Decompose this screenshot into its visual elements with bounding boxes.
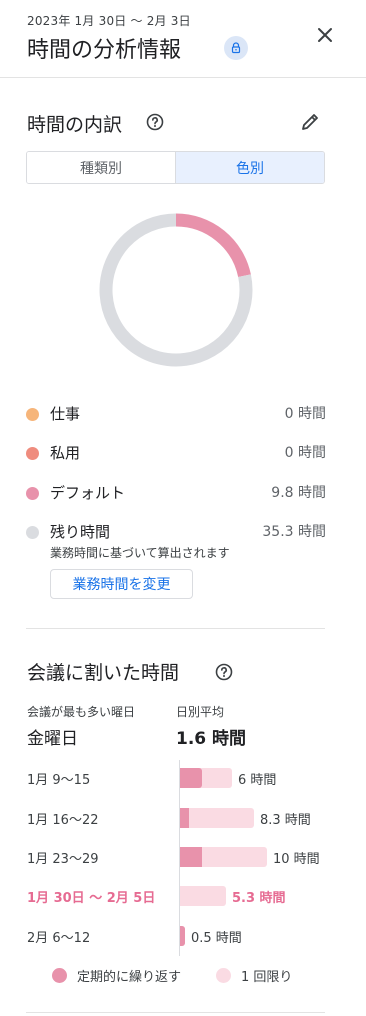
segment-by-type[interactable]: 種類別 xyxy=(27,152,176,183)
bar-value: 10 時間 xyxy=(273,852,320,867)
key-dot xyxy=(52,967,67,983)
divider xyxy=(26,628,325,629)
bar-one-time xyxy=(180,808,254,828)
date-range: 2023年 1月 30日 ～ 2月 3日 xyxy=(27,14,191,28)
legend-label: 仕事 xyxy=(50,405,81,423)
week-row: 2月 6〜12 0.5 時間 xyxy=(0,925,366,947)
help-icon[interactable] xyxy=(214,662,234,682)
help-icon[interactable] xyxy=(145,112,165,132)
legend-label: 残り時間 xyxy=(50,523,111,541)
lock-icon xyxy=(224,36,248,60)
bar-value: 8.3 時間 xyxy=(260,813,311,828)
legend-item-work: 仕事 0 時間 xyxy=(26,403,326,425)
donut-slice-0 xyxy=(175,213,251,278)
key-label: 1 回限り xyxy=(241,969,293,985)
bar-recurring xyxy=(180,808,189,828)
close-icon[interactable] xyxy=(312,22,338,48)
legend-item-remaining: 残り時間 35.3 時間 xyxy=(26,521,326,543)
bar-value: 6 時間 xyxy=(238,773,277,788)
legend-dot xyxy=(26,408,39,421)
key-label: 定期的に繰り返す xyxy=(77,969,182,985)
legend-item-default: デフォルト 9.8 時間 xyxy=(26,482,326,504)
bar-value: 5.3 時間 xyxy=(232,891,286,906)
edit-pencil-icon[interactable] xyxy=(298,110,322,134)
week-label: 2月 6〜12 xyxy=(27,931,91,946)
bar-recurring xyxy=(180,768,202,788)
legend-label: 私用 xyxy=(50,444,81,462)
segment-by-color[interactable]: 色別 xyxy=(176,152,324,183)
week-label: 1月 16〜22 xyxy=(27,813,99,828)
busiest-day-value: 金曜日 xyxy=(27,729,78,749)
legend-value: 35.3 時間 xyxy=(262,524,326,540)
legend-item-personal: 私用 0 時間 xyxy=(26,442,326,464)
remaining-note: 業務時間に基づいて算出されます xyxy=(50,546,230,560)
legend-value: 0 時間 xyxy=(284,445,326,461)
time-breakdown-title: 時間の内訳 xyxy=(27,114,123,136)
page-title: 時間の分析情報 xyxy=(27,38,182,63)
legend-dot xyxy=(26,487,39,500)
legend-value: 9.8 時間 xyxy=(271,485,326,501)
busiest-day-label: 会議が最も多い曜日 xyxy=(27,705,136,719)
key-one-time: 1 回限り xyxy=(216,965,292,985)
week-row: 1月 23〜29 10 時間 xyxy=(0,846,366,868)
change-working-hours-button[interactable]: 業務時間を変更 xyxy=(50,569,193,599)
key-dot xyxy=(216,967,231,983)
week-label: 1月 9〜15 xyxy=(27,773,91,788)
legend-value: 0 時間 xyxy=(284,406,326,422)
week-row: 1月 9〜15 6 時間 xyxy=(0,767,366,789)
bar-recurring xyxy=(180,847,202,867)
key-recurring: 定期的に繰り返す xyxy=(52,965,181,985)
legend-label: デフォルト xyxy=(50,484,126,502)
week-row: 1月 30日 〜 2月 5日 5.3 時間 xyxy=(0,885,366,907)
bar-recurring xyxy=(180,926,185,946)
time-breakdown-donut xyxy=(99,213,253,367)
breakdown-segmented-control: 種類別 色別 xyxy=(26,151,325,184)
bar-one-time xyxy=(180,886,226,906)
daily-average-value: 1.6 時間 xyxy=(176,729,247,749)
week-row: 1月 16〜22 8.3 時間 xyxy=(0,807,366,829)
legend-dot xyxy=(26,526,39,539)
week-label: 1月 23〜29 xyxy=(27,852,99,867)
bar-value: 0.5 時間 xyxy=(191,931,242,946)
daily-average-label: 日別平均 xyxy=(176,705,225,719)
meeting-time-title: 会議に割いた時間 xyxy=(27,662,180,684)
header: 2023年 1月 30日 ～ 2月 3日 時間の分析情報 xyxy=(0,0,366,78)
divider xyxy=(26,1012,325,1013)
legend-dot xyxy=(26,447,39,460)
week-label: 1月 30日 〜 2月 5日 xyxy=(27,891,156,906)
